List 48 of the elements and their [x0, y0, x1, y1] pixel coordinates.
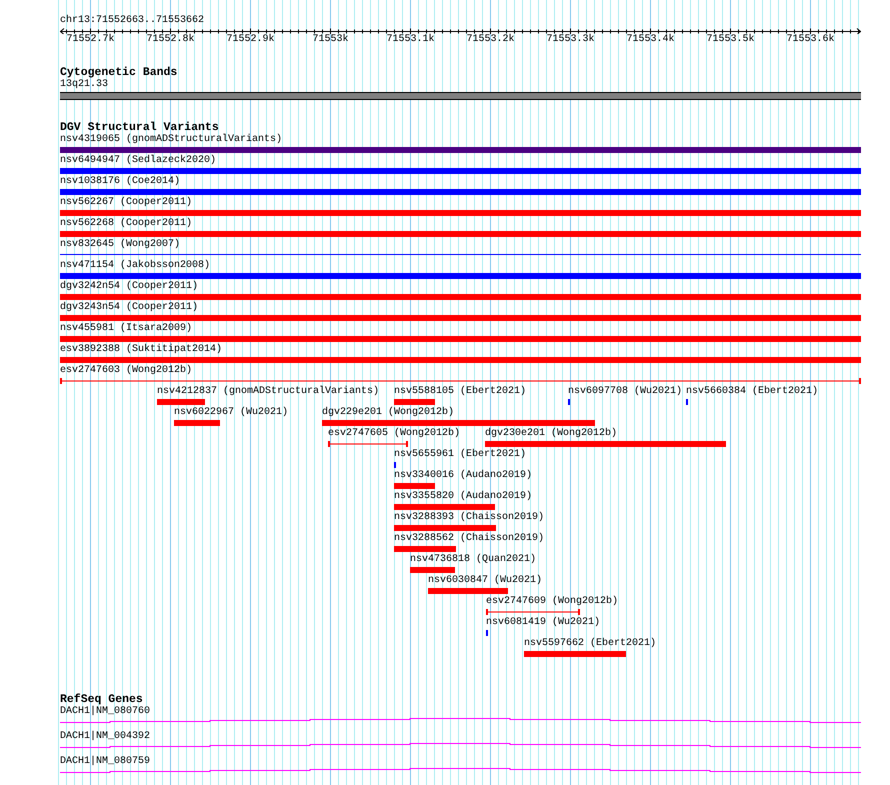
- gene-label: DACH1|NM_080760: [60, 706, 150, 717]
- variant-label: nsv5588105 (Ebert2021): [394, 386, 526, 397]
- track-title: Cytogenetic Bands: [60, 67, 178, 79]
- variant-label: nsv3288562 (Chaisson2019): [394, 533, 544, 544]
- variant-label: esv2747605 (Wong2012b): [328, 428, 460, 439]
- variant-label: nsv5655961 (Ebert2021): [394, 449, 526, 460]
- gene-label: DACH1|NM_004392: [60, 731, 150, 742]
- variant-label: nsv832645 (Wong2007): [60, 239, 180, 250]
- variant-label: esv3892388 (Suktitipat2014): [60, 344, 222, 355]
- variant-label: nsv562267 (Cooper2011): [60, 197, 192, 208]
- track-title: DGV Structural Variants: [60, 122, 219, 134]
- variant-label: nsv5597662 (Ebert2021): [524, 638, 656, 649]
- variant-label: nsv562268 (Cooper2011): [60, 218, 192, 229]
- variant-label: nsv3355820 (Audano2019): [394, 491, 532, 502]
- variant-label: nsv4212837 (gnomADStructuralVariants): [157, 386, 380, 397]
- variant-label: nsv1038176 (Coe2014): [60, 176, 180, 187]
- ruler-tick-label: 71552.8k: [146, 34, 194, 45]
- variant-label: dgv229e201 (Wong2012b): [322, 407, 454, 418]
- variant-label: dgv230e201 (Wong2012b): [485, 428, 618, 439]
- variant-label: nsv5660384 (Ebert2021): [686, 386, 818, 397]
- ruler-tick-label: 71553.3k: [546, 34, 594, 45]
- ruler-tick-label: 71553k: [312, 34, 348, 45]
- ruler-tick-label: 71553.5k: [706, 34, 754, 45]
- ruler-tick-label: 71552.9k: [226, 34, 274, 45]
- variant-label: esv2747609 (Wong2012b): [486, 596, 618, 607]
- ruler-tick-label: 71552.7k: [66, 34, 114, 45]
- variant-label: nsv4736818 (Quan2021): [410, 554, 536, 565]
- variant-label: esv2747603 (Wong2012b): [60, 365, 192, 376]
- variant-label: nsv6494947 (Sedlazeck2020): [60, 155, 216, 166]
- ruler-tick-label: 71553.6k: [786, 34, 834, 45]
- ruler-tick-label: 71553.4k: [626, 34, 674, 45]
- variant-label: nsv455981 (Itsara2009): [60, 323, 192, 334]
- band-label: 13q21.33: [60, 79, 108, 90]
- variant-label: nsv6097708 (Wu2021): [568, 386, 682, 397]
- location-label: chr13:71552663..71553662: [60, 15, 204, 26]
- ruler-tick-label: 71553.1k: [386, 34, 434, 45]
- variant-label: dgv3242n54 (Cooper2011): [60, 281, 198, 292]
- gene-label: DACH1|NM_080759: [60, 756, 150, 767]
- variant-label: nsv6030847 (Wu2021): [428, 575, 542, 586]
- variant-label: nsv471154 (Jakobsson2008): [60, 260, 210, 271]
- variant-label: nsv6022967 (Wu2021): [174, 407, 288, 418]
- variant-label: nsv3288393 (Chaisson2019): [394, 512, 544, 523]
- variant-label: nsv6081419 (Wu2021): [486, 617, 600, 628]
- variant-label: nsv3340016 (Audano2019): [394, 470, 532, 481]
- ruler-tick-label: 71553.2k: [466, 34, 514, 45]
- variant-label: dgv3243n54 (Cooper2011): [60, 302, 198, 313]
- track-title: RefSeq Genes: [60, 694, 143, 706]
- variant-label: nsv4319065 (gnomADStructuralVariants): [60, 134, 282, 145]
